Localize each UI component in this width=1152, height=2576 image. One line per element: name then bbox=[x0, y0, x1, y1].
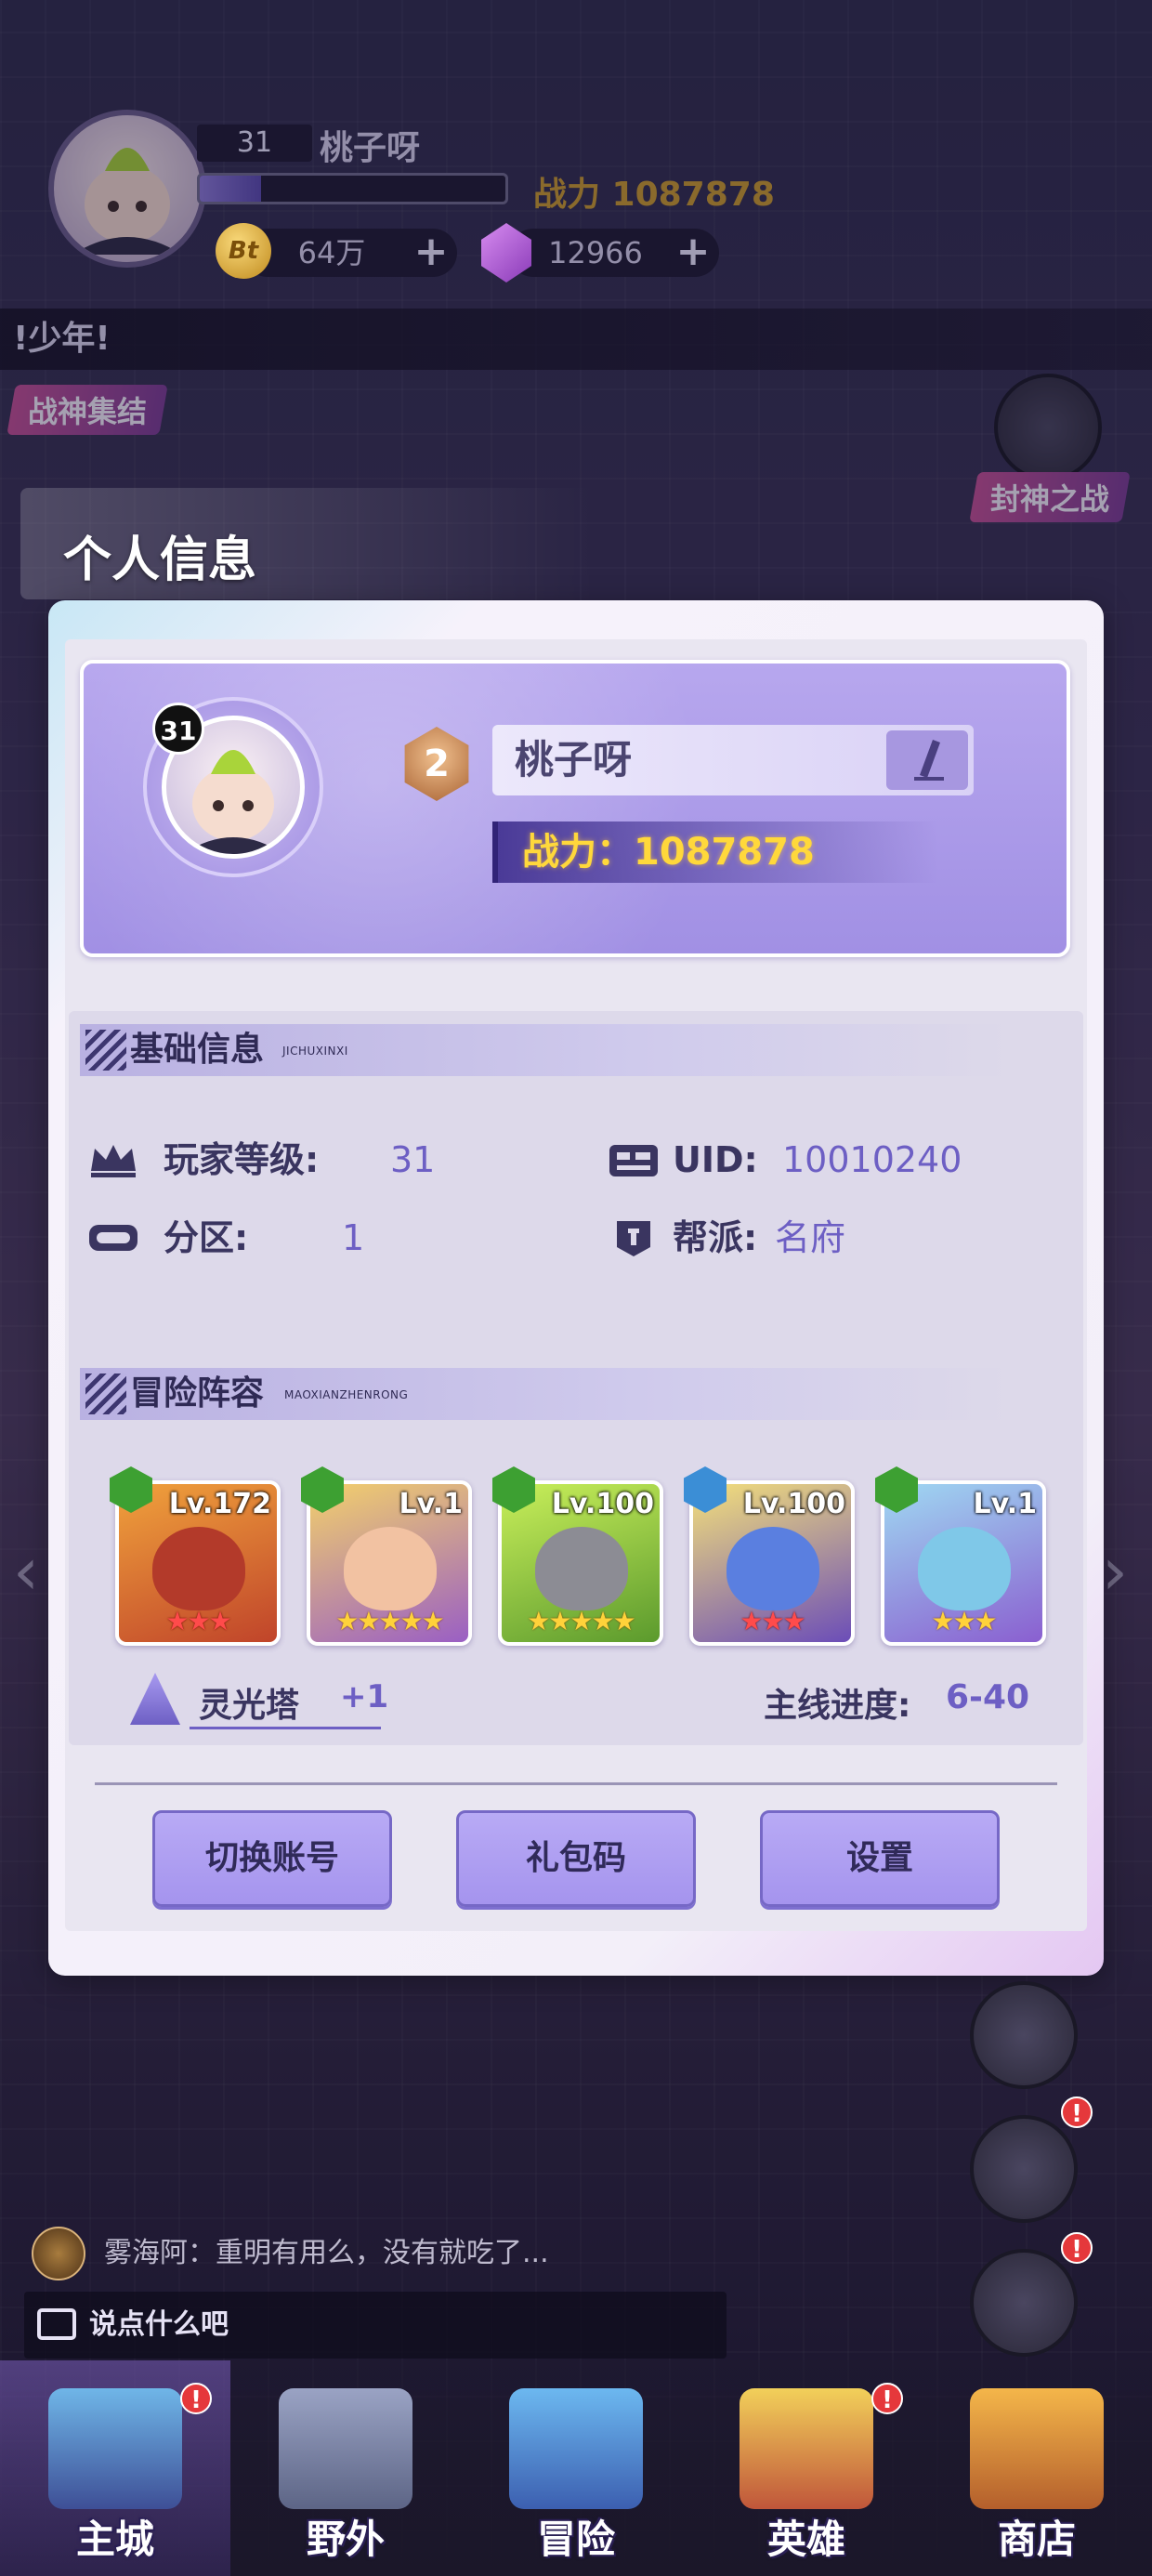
main-progress-label: 主线进度: bbox=[764, 1687, 911, 1725]
hero-portrait bbox=[535, 1527, 628, 1610]
profile-power: 战力：1087878 bbox=[522, 831, 815, 874]
id-card-icon bbox=[609, 1145, 658, 1176]
nav-heroes[interactable]: ! 英雄 bbox=[691, 2360, 922, 2576]
zone-value: 1 bbox=[342, 1217, 365, 1258]
profile-level-badge: 31 bbox=[152, 703, 204, 755]
hero-stars: ★★★ bbox=[931, 1606, 997, 1636]
tower-underline bbox=[190, 1727, 381, 1729]
gift-code-button[interactable]: 礼包码 bbox=[456, 1810, 696, 1907]
basic-info-title: 基础信息 bbox=[130, 1031, 265, 1069]
rank-badge: 2 bbox=[404, 727, 469, 801]
stripe-icon bbox=[85, 1030, 126, 1071]
chat-input-placeholder: 说点什么吧 bbox=[89, 2308, 229, 2341]
zone-row: 分区: 1 bbox=[87, 1210, 570, 1266]
hero-stars: ★★★ bbox=[740, 1606, 805, 1636]
guild-banner-icon bbox=[617, 1221, 650, 1256]
bottom-nav: ! 主城 野外 冒险 ! 英雄 商店 bbox=[0, 2360, 1152, 2576]
nav-label: 主城 bbox=[75, 2517, 154, 2562]
chat-avatar bbox=[32, 2227, 85, 2280]
guild-row: 帮派: 名府 bbox=[608, 1210, 1072, 1266]
hero-level: Lv.1 bbox=[973, 1488, 1038, 1520]
hero-portrait bbox=[344, 1527, 437, 1610]
hero-level: Lv.100 bbox=[551, 1488, 654, 1520]
uid-row: UID: 10010240 bbox=[608, 1132, 1072, 1188]
castle-icon bbox=[279, 2388, 412, 2509]
friends-icon[interactable] bbox=[970, 1981, 1078, 2089]
alert-badge: ! bbox=[180, 2383, 212, 2414]
profile-dialog: 31 2 桃子呀 战力：1087878 基础信息 JICHUXINXI 玩家等级… bbox=[48, 600, 1104, 1976]
hero-stars: ★★★★★ bbox=[335, 1606, 445, 1636]
hero-portrait bbox=[727, 1527, 819, 1610]
zone-label: 分区: bbox=[164, 1217, 249, 1258]
nav-shop[interactable]: 商店 bbox=[922, 2360, 1152, 2576]
nav-label: 野外 bbox=[306, 2517, 385, 2562]
monster-icon bbox=[509, 2388, 643, 2509]
settings-button[interactable]: 设置 bbox=[760, 1810, 1000, 1907]
nav-label: 冒险 bbox=[536, 2517, 615, 2562]
lineup-subtitle: MAOXIANZHENRONG bbox=[284, 1388, 409, 1401]
dialog-title: 个人信息 bbox=[63, 532, 257, 588]
chat-message-text: 雾海阿：重明有用么，没有就吃了... bbox=[104, 2237, 549, 2269]
nav-label: 商店 bbox=[997, 2517, 1076, 2562]
lineup-header: 冒险阵容 MAOXIANZHENRONG bbox=[80, 1368, 1009, 1420]
hero-portrait bbox=[918, 1527, 1011, 1610]
player-level-value: 31 bbox=[390, 1139, 436, 1180]
profile-card: 31 2 桃子呀 战力：1087878 bbox=[80, 660, 1070, 957]
backpack-icon[interactable] bbox=[970, 2115, 1078, 2223]
ranking-icon[interactable] bbox=[970, 2249, 1078, 2357]
dialog-body: 31 2 桃子呀 战力：1087878 基础信息 JICHUXINXI 玩家等级… bbox=[65, 639, 1087, 1931]
hero-level: Lv.100 bbox=[742, 1488, 845, 1520]
edit-name-button[interactable] bbox=[886, 730, 968, 790]
tower-bonus: +1 bbox=[340, 1678, 389, 1715]
alert-badge: ! bbox=[1061, 2232, 1093, 2264]
hero-stars: ★★★ bbox=[165, 1606, 231, 1636]
stripe-icon bbox=[85, 1373, 126, 1414]
tower-label[interactable]: 灵光塔 bbox=[199, 1678, 299, 1727]
alert-badge: ! bbox=[1061, 2096, 1093, 2128]
shop-icon bbox=[970, 2388, 1104, 2509]
chat-message[interactable]: 雾海阿：重明有用么，没有就吃了... bbox=[28, 2221, 734, 2286]
switch-account-button[interactable]: 切换账号 bbox=[152, 1810, 392, 1907]
main-progress-value: 6-40 bbox=[946, 1678, 1030, 1716]
hero-level: Lv.1 bbox=[399, 1488, 464, 1520]
city-icon bbox=[48, 2388, 182, 2509]
power-display: 战力：1087878 bbox=[492, 821, 938, 883]
uid-value: 10010240 bbox=[782, 1139, 962, 1180]
crown-icon bbox=[91, 1145, 136, 1177]
guild-value[interactable]: 名府 bbox=[775, 1210, 845, 1266]
hero-stars: ★★★★★ bbox=[527, 1606, 636, 1636]
basic-info-subtitle: JICHUXINXI bbox=[282, 1045, 348, 1058]
alert-badge: ! bbox=[871, 2383, 903, 2414]
lineup-title: 冒险阵容 bbox=[130, 1374, 265, 1413]
nav-main-city[interactable]: ! 主城 bbox=[0, 2360, 230, 2576]
uid-label: UID: bbox=[673, 1139, 758, 1180]
nav-adventure[interactable]: 冒险 bbox=[461, 2360, 691, 2576]
hero-level: Lv.172 bbox=[168, 1488, 271, 1520]
hero-icon bbox=[740, 2388, 873, 2509]
pencil-icon bbox=[914, 740, 944, 781]
hero-portrait bbox=[152, 1527, 245, 1610]
basic-info-header: 基础信息 JICHUXINXI bbox=[80, 1024, 1009, 1076]
player-level-label: 玩家等级: bbox=[164, 1139, 320, 1180]
name-field: 桃子呀 bbox=[492, 725, 974, 795]
nav-label: 英雄 bbox=[766, 2517, 845, 2562]
nav-wild[interactable]: 野外 bbox=[230, 2360, 461, 2576]
server-icon bbox=[89, 1225, 137, 1251]
divider bbox=[95, 1782, 1057, 1785]
player-level-row: 玩家等级: 31 bbox=[87, 1132, 570, 1188]
chat-bubble-icon bbox=[37, 2308, 76, 2340]
profile-name: 桃子呀 bbox=[515, 737, 633, 782]
coin-icon: Bt bbox=[216, 223, 271, 279]
chat-input[interactable]: 说点什么吧 bbox=[24, 2292, 727, 2359]
guild-label: 帮派: bbox=[673, 1217, 758, 1258]
